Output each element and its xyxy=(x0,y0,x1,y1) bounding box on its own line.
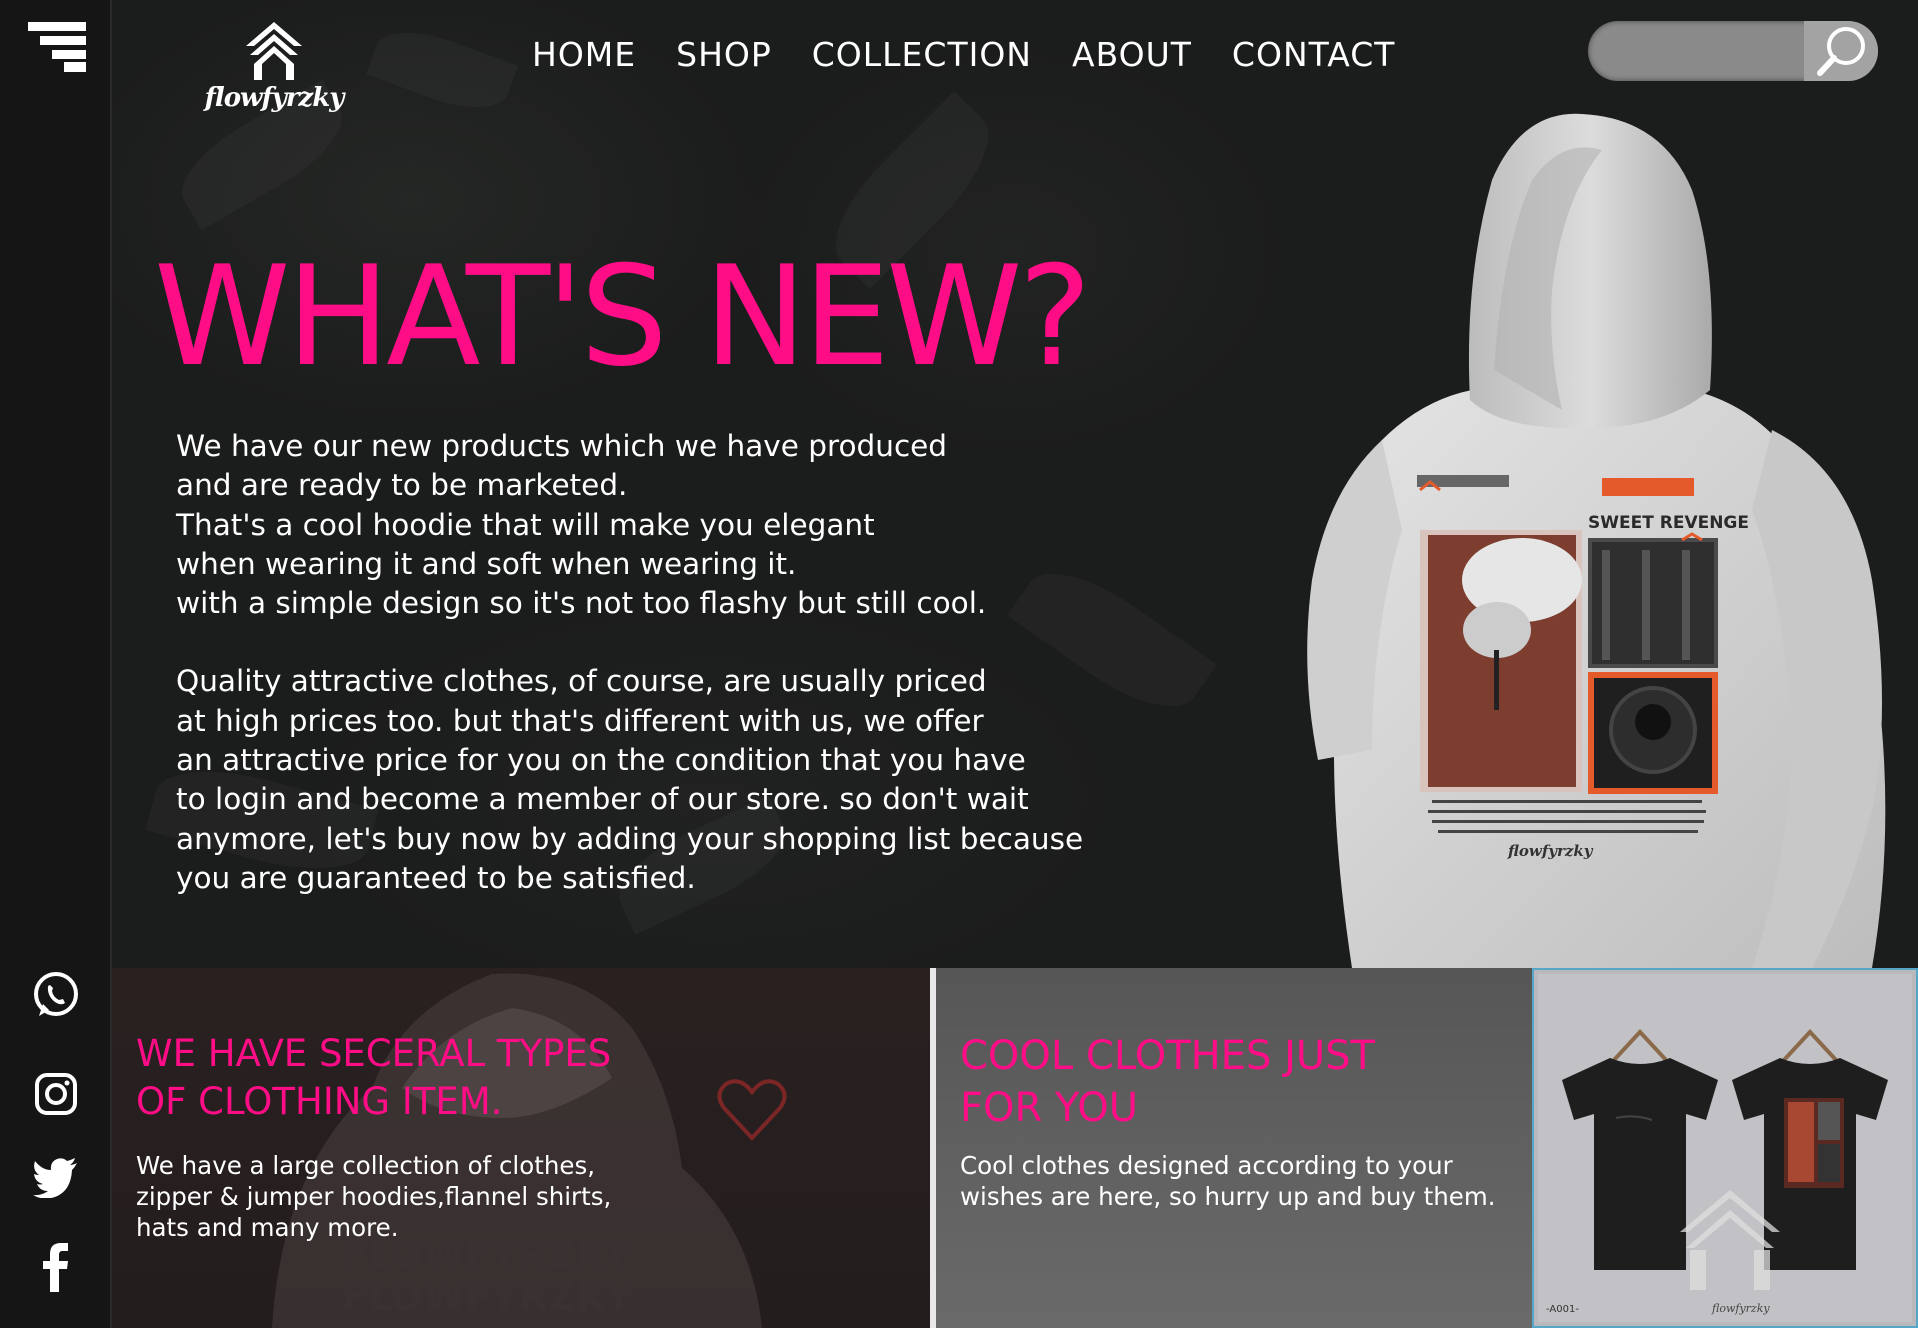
text-line: hats and many more. xyxy=(136,1213,399,1242)
logo-text: flowfyrzky xyxy=(204,83,345,113)
search-button[interactable] xyxy=(1804,21,1878,81)
search-icon xyxy=(1817,27,1865,76)
search-bar xyxy=(1588,21,1878,81)
sidebar xyxy=(0,0,112,1328)
hoodie-image: SWEET REVENGE flowfyrzky xyxy=(1307,113,1886,968)
nav-contact[interactable]: CONTACT xyxy=(1232,35,1396,74)
text-line: an attractive price for you on the condi… xyxy=(176,743,1026,778)
text-line: to login and become a member of our stor… xyxy=(176,782,1029,817)
hero-section: flowfyrzky HOME SHOP COLLECTION ABOUT CO… xyxy=(112,0,1918,968)
page-title: WHAT'S NEW? xyxy=(154,236,1092,397)
text-line: We have our new products which we have p… xyxy=(176,429,948,463)
hoodie-background-image: FLOWFYRZKY FLOWFYRZKY xyxy=(272,973,762,1328)
text-line: with a simple design so it's not too fla… xyxy=(176,586,987,621)
whatsapp-icon[interactable] xyxy=(0,970,112,1020)
panel-title: COOL CLOTHES JUST FOR YOU xyxy=(960,1030,1375,1134)
panel-title-line: WE HAVE SECERAL TYPES xyxy=(136,1032,612,1075)
nav-shop[interactable]: SHOP xyxy=(676,35,772,74)
clothing-types-panel[interactable]: FLOWFYRZKY FLOWFYRZKY WE HAVE SECERAL TY… xyxy=(112,968,930,1328)
print-logo: flowfyrzky xyxy=(1507,842,1594,860)
panel-description: We have a large collection of clothes, z… xyxy=(136,1150,611,1243)
tshirt-product-image[interactable]: -A001- flowfyrzky xyxy=(1532,968,1918,1328)
text-line: when wearing it and soft when wearing it… xyxy=(176,546,797,581)
product-brand: flowfyrzky xyxy=(1711,1302,1770,1315)
panel-title-line: FOR YOU xyxy=(960,1085,1139,1131)
text-line: zipper & jumper hoodies,flannel shirts, xyxy=(136,1182,612,1211)
menu-icon[interactable] xyxy=(28,22,86,72)
panel-description: Cool clothes designed according to your … xyxy=(960,1150,1496,1212)
facebook-icon[interactable] xyxy=(0,1242,112,1292)
text-line: wishes are here, so hurry up and buy the… xyxy=(960,1182,1496,1211)
text-line: Quality attractive clothes, of course, a… xyxy=(176,664,987,699)
twitter-icon[interactable] xyxy=(0,1158,112,1198)
hero-description: We have our new products which we have p… xyxy=(176,427,1136,898)
nav-about[interactable]: ABOUT xyxy=(1072,35,1192,74)
nav-home[interactable]: HOME xyxy=(532,35,636,74)
panel-title-line: OF CLOTHING ITEM. xyxy=(136,1080,503,1123)
tshirt-image: -A001- flowfyrzky xyxy=(1538,974,1912,1322)
logo-icon xyxy=(246,22,302,80)
product-code: -A001- xyxy=(1546,1304,1579,1315)
main-nav: HOME SHOP COLLECTION ABOUT CONTACT xyxy=(532,35,1395,74)
brand-logo[interactable]: flowfyrzky xyxy=(194,20,354,113)
text-line: That's a cool hoodie that will make you … xyxy=(176,507,875,542)
print-title: SWEET REVENGE xyxy=(1588,513,1749,533)
nav-collection[interactable]: COLLECTION xyxy=(812,35,1032,74)
text-line: and are ready to be marketed. xyxy=(176,468,628,503)
text-line: anymore, let's buy now by adding your sh… xyxy=(176,821,1084,856)
instagram-icon[interactable] xyxy=(0,1072,112,1116)
background-leaf xyxy=(365,17,519,123)
panel-title: WE HAVE SECERAL TYPES OF CLOTHING ITEM. xyxy=(136,1030,611,1126)
cool-clothes-panel[interactable]: COOL CLOTHES JUST FOR YOU Cool clothes d… xyxy=(936,968,1532,1328)
panel-title-line: COOL CLOTHES JUST xyxy=(960,1033,1375,1079)
heart-icon xyxy=(717,1079,787,1141)
text-line: at high prices too. but that's different… xyxy=(176,703,984,738)
back-print-text: FLOWFYRZKY xyxy=(342,1275,633,1319)
text-line: you are guaranteed to be satisfied. xyxy=(176,860,696,895)
text-line: We have a large collection of clothes, xyxy=(136,1151,595,1180)
text-line: Cool clothes designed according to your xyxy=(960,1151,1453,1180)
search-input[interactable] xyxy=(1608,31,1797,73)
